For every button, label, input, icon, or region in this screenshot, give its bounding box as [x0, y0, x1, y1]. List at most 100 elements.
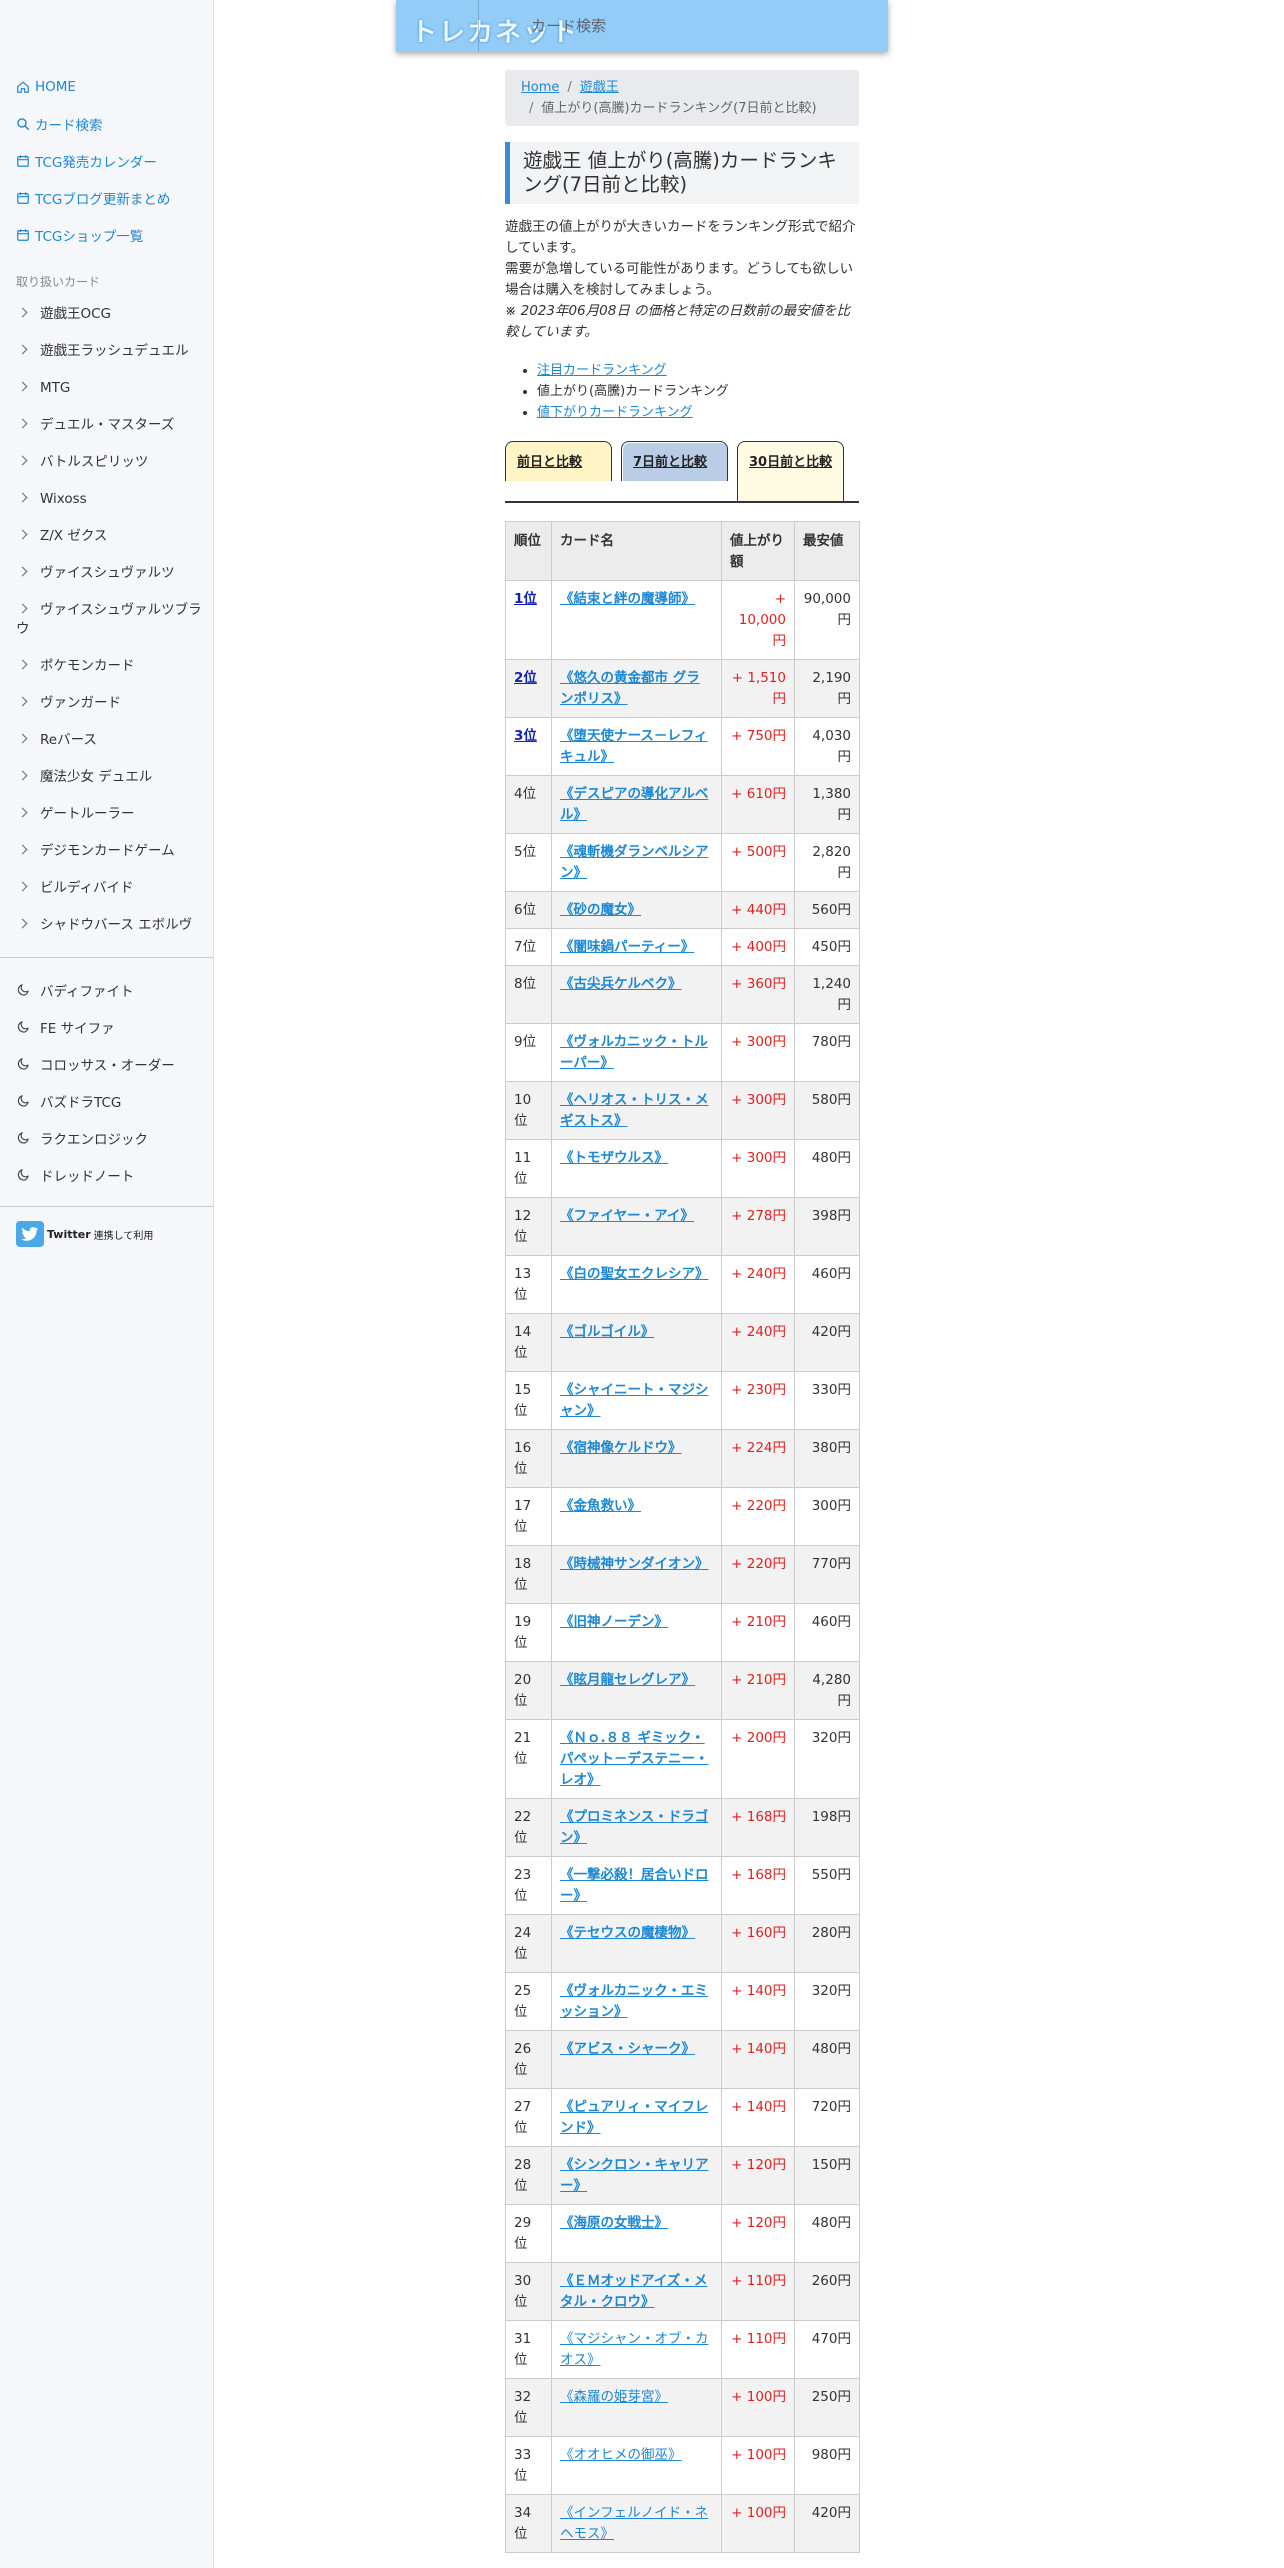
card-name-cell: 《旧神ノーデン》: [551, 1603, 722, 1663]
lowest-price-cell: 460円: [794, 1603, 860, 1663]
sidebar-other-game-item[interactable]: FE サイファ: [0, 1008, 213, 1045]
card-link[interactable]: 《宿神像ケルドウ》: [560, 1440, 682, 1456]
card-link[interactable]: 《闇味鍋パーティー》: [560, 939, 694, 955]
card-link[interactable]: 《シンクロン・キャリアー》: [560, 2157, 709, 2194]
card-link[interactable]: 《インフェルノイド・ネヘモス》: [560, 2505, 708, 2542]
tab-compare-7days[interactable]: 7日前と比較: [621, 441, 728, 482]
sidebar-category-item[interactable]: 魔法少女 デュエル: [0, 759, 213, 796]
sidebar-category-item[interactable]: ゲートルーラー: [0, 796, 213, 833]
sidebar-category-item[interactable]: バトルスピリッツ: [0, 444, 213, 481]
card-link[interactable]: 《ヴォルカニック・トルーパー》: [560, 1034, 708, 1071]
card-link[interactable]: 《マジシャン・オブ・カオス》: [560, 2331, 709, 2368]
table-row: 33位 《オオヒメの御巫》 + 100円 980円: [505, 2436, 860, 2496]
sidebar-category-item[interactable]: デジモンカードゲーム: [0, 833, 213, 870]
price-increase-cell: + 210円: [721, 1661, 795, 1721]
sidebar-other-game-item[interactable]: ラクエンロジック: [0, 1119, 213, 1156]
sidebar-nav-link[interactable]: HOME: [0, 68, 213, 105]
moon-icon: [16, 1094, 40, 1108]
card-link[interactable]: 《旧神ノーデン》: [560, 1614, 668, 1630]
sidebar-category-item[interactable]: シャドウバース エボルヴ: [0, 907, 213, 944]
sidebar-other-game-item[interactable]: コロッサス・オーダー: [0, 1045, 213, 1082]
sidebar-category-item[interactable]: ヴァイスシュヴァルツブラウ: [0, 592, 213, 648]
sidebar-category-label: 遊戯王ラッシュデュエル: [40, 343, 189, 359]
sidebar-category-item[interactable]: MTG: [0, 370, 213, 407]
ranking-link[interactable]: 注目カードランキング: [537, 363, 667, 378]
card-link[interactable]: 《魂斬機ダランベルシアン》: [560, 844, 709, 881]
breadcrumb-current: 値上がり(高騰)カードランキング(7日前と比較): [541, 101, 817, 116]
card-name-cell: 《結束と絆の魔導師》: [551, 580, 722, 661]
sidebar-nav-link[interactable]: TCG発売カレンダー: [0, 142, 213, 179]
price-increase-cell: + 278円: [721, 1197, 795, 1257]
rank-cell: 30位: [505, 2262, 552, 2322]
sidebar-nav-label: カード検索: [35, 117, 103, 134]
card-link[interactable]: 《白の聖女エクレシア》: [560, 1266, 709, 1282]
sidebar-category-item[interactable]: ヴァンガード: [0, 685, 213, 722]
sidebar-category-item[interactable]: ポケモンカード: [0, 648, 213, 685]
card-link[interactable]: 《テセウスの魔棲物》: [560, 1925, 695, 1941]
card-link[interactable]: 《堕天使ナース－レフィキュル》: [560, 728, 708, 765]
card-link[interactable]: 《ＥＭオッドアイズ・メタル・クロウ》: [560, 2273, 707, 2310]
sidebar-category-item[interactable]: Z/X ゼクス: [0, 518, 213, 555]
sidebar-nav-link[interactable]: TCGブログ更新まとめ: [0, 179, 213, 216]
card-link[interactable]: 《結束と絆の魔導師》: [560, 591, 695, 607]
card-link[interactable]: 《アビス・シャーク》: [560, 2041, 695, 2057]
rank-cell: 27位: [505, 2088, 552, 2148]
card-link[interactable]: 《ヴォルカニック・エミッション》: [560, 1983, 708, 2020]
card-link[interactable]: 《ゴルゴイル》: [560, 1324, 654, 1340]
sidebar-other-game-item[interactable]: バディファイト: [0, 971, 213, 1008]
sidebar-other-game-item[interactable]: バズドラTCG: [0, 1082, 213, 1119]
home-icon: [16, 80, 35, 94]
card-link[interactable]: 《一撃必殺！居合いドロー》: [560, 1867, 709, 1904]
sidebar-category-item[interactable]: Reバース: [0, 722, 213, 759]
category-list: 遊戯王OCG 遊戯王ラッシュデュエル MTG デュエル・マスターズバトルスピリッツ Wi…: [0, 296, 213, 944]
price-increase-cell: + 500円: [721, 833, 795, 893]
twitter-login-button[interactable]: Twitter 連携して利用: [16, 1220, 156, 1248]
main-content: Home / 遊戯王 / 値上がり(高騰)カードランキング(7日前と比較) 遊戯王 値…: [505, 70, 860, 2554]
card-link[interactable]: 《ファイヤー・アイ》: [560, 1208, 694, 1224]
card-link[interactable]: 《シャイニート・マジシャン》: [560, 1382, 709, 1419]
card-link[interactable]: 《海原の女戦士》: [560, 2215, 668, 2231]
card-link[interactable]: 《金魚救い》: [560, 1498, 641, 1514]
card-link[interactable]: 《オオヒメの御巫》: [560, 2447, 682, 2463]
sidebar-category-item[interactable]: 遊戯王OCG: [0, 296, 213, 333]
card-link[interactable]: 《悠久の黄金都市 グランポリス》: [560, 670, 700, 707]
chevron-right-icon: [17, 696, 28, 707]
price-increase-cell: + 210円: [721, 1603, 795, 1663]
tab-compare-30days[interactable]: 30日前と比較: [737, 441, 844, 502]
sidebar-nav-label: TCG発売カレンダー: [35, 154, 157, 171]
search-input[interactable]: [478, 0, 888, 52]
card-link[interactable]: 《砂の魔女》: [560, 902, 641, 918]
card-name-cell: 《デスピアの導化アルベル》: [551, 775, 722, 835]
card-link[interactable]: 《Ｎｏ.８８ ギミック・パペット－デステニー・レオ》: [560, 1730, 709, 1788]
sidebar-category-item[interactable]: Wixoss: [0, 481, 213, 518]
card-link[interactable]: 《眩月龍セレグレア》: [560, 1672, 695, 1688]
card-link[interactable]: 《ヘリオス・トリス・メギストス》: [560, 1092, 709, 1129]
sidebar-other-game-item[interactable]: ドレッドノート: [0, 1156, 213, 1193]
breadcrumb-home[interactable]: Home: [521, 80, 559, 95]
sidebar-category-item[interactable]: 遊戯王ラッシュデュエル: [0, 333, 213, 370]
card-link[interactable]: 《トモザウルス》: [560, 1150, 668, 1166]
sidebar-other-game-label: コロッサス・オーダー: [40, 1057, 175, 1074]
tab-compare-1day[interactable]: 前日と比較: [505, 441, 612, 482]
breadcrumb-category[interactable]: 遊戯王: [580, 80, 619, 95]
calendar-icon: [16, 228, 35, 242]
rank-cell: 18位: [505, 1545, 552, 1605]
sidebar-category-item[interactable]: デュエル・マスターズ: [0, 407, 213, 444]
ranking-link[interactable]: 値下がりカードランキング: [537, 405, 693, 420]
sidebar-nav-link[interactable]: TCGショップ一覧: [0, 216, 213, 253]
header-lowest-price: 最安値: [794, 521, 860, 582]
card-link[interactable]: 《デスピアの導化アルベル》: [560, 786, 708, 823]
sidebar-category-item[interactable]: ヴァイスシュヴァルツ: [0, 555, 213, 592]
price-increase-cell: + 750円: [721, 717, 795, 777]
card-link[interactable]: 《森羅の姫芽宮》: [560, 2389, 668, 2405]
sidebar-nav-link[interactable]: カード検索: [0, 105, 213, 142]
card-link[interactable]: 《時械神サンダイオン》: [560, 1556, 709, 1572]
card-link[interactable]: 《プロミネンス・ドラゴン》: [560, 1809, 708, 1846]
table-row: 22位 《プロミネンス・ドラゴン》 + 168円 198円: [505, 1798, 860, 1858]
sidebar-category-label: Wixoss: [40, 491, 87, 507]
lowest-price-cell: 580円: [794, 1081, 860, 1141]
sidebar-category-label: バトルスピリッツ: [40, 454, 149, 470]
card-link[interactable]: 《ピュアリィ・マイフレンド》: [560, 2099, 708, 2136]
sidebar-category-item[interactable]: ビルディバイド: [0, 870, 213, 907]
card-link[interactable]: 《古尖兵ケルベク》: [560, 976, 682, 992]
